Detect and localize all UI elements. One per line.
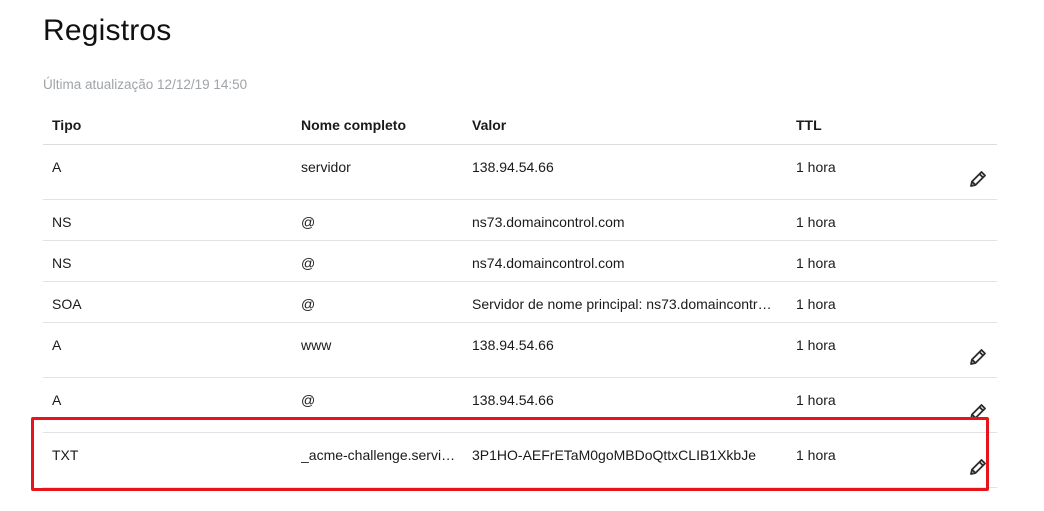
record-type: NS — [52, 255, 72, 271]
header-nome-completo: Nome completo — [301, 117, 407, 133]
record-ttl: 1 hora — [796, 296, 836, 312]
record-value: 138.94.54.66 — [472, 392, 554, 408]
record-name: @ — [301, 214, 316, 230]
pencil-icon[interactable] — [967, 401, 989, 423]
header-tipo: Tipo — [52, 117, 82, 133]
table-row: NS @ ns74.domaincontrol.com 1 hora — [43, 241, 997, 282]
table-row: A www 138.94.54.66 1 hora — [43, 323, 997, 378]
table-header: Tipo Nome completo Valor TTL — [43, 104, 997, 145]
record-value: ns73.domaincontrol.com — [472, 214, 625, 230]
pencil-icon[interactable] — [967, 346, 989, 368]
table-row: NS @ ns73.domaincontrol.com 1 hora — [43, 200, 997, 241]
header-valor: Valor — [472, 117, 507, 133]
table-row: A @ 138.94.54.66 1 hora — [43, 378, 997, 433]
record-type: A — [52, 392, 62, 408]
record-ttl: 1 hora — [796, 447, 836, 463]
table-row: A servidor 138.94.54.66 1 hora — [43, 145, 997, 200]
record-value: 3P1HO-AEFrETaM0goMBDoQttxCLIB1XkbJe — [472, 447, 756, 463]
header-ttl: TTL — [796, 117, 822, 133]
record-name: servidor — [301, 159, 351, 175]
record-name: @ — [301, 296, 316, 312]
dns-records-table: Tipo Nome completo Valor TTL A servidor … — [43, 104, 997, 488]
record-type: A — [52, 337, 62, 353]
record-value: 138.94.54.66 — [472, 337, 554, 353]
record-type: A — [52, 159, 62, 175]
record-ttl: 1 hora — [796, 159, 836, 175]
record-name: www — [301, 337, 332, 353]
record-value: Servidor de nome principal: ns73.domainc… — [472, 296, 777, 312]
last-updated-text: Última atualização 12/12/19 14:50 — [43, 77, 248, 92]
table-row: TXT _acme-challenge.servidor 3P1HO-AEFrE… — [43, 433, 997, 488]
record-ttl: 1 hora — [796, 337, 836, 353]
pencil-icon[interactable] — [967, 168, 989, 190]
record-name: @ — [301, 392, 316, 408]
record-type: TXT — [52, 447, 79, 463]
record-name: @ — [301, 255, 316, 271]
record-ttl: 1 hora — [796, 214, 836, 230]
pencil-icon[interactable] — [967, 456, 989, 478]
record-type: SOA — [52, 296, 82, 312]
record-name: _acme-challenge.servidor — [301, 447, 456, 463]
record-value: 138.94.54.66 — [472, 159, 554, 175]
record-type: NS — [52, 214, 72, 230]
table-row: SOA @ Servidor de nome principal: ns73.d… — [43, 282, 997, 323]
record-ttl: 1 hora — [796, 392, 836, 408]
record-ttl: 1 hora — [796, 255, 836, 271]
record-value: ns74.domaincontrol.com — [472, 255, 625, 271]
page-title: Registros — [43, 14, 172, 47]
